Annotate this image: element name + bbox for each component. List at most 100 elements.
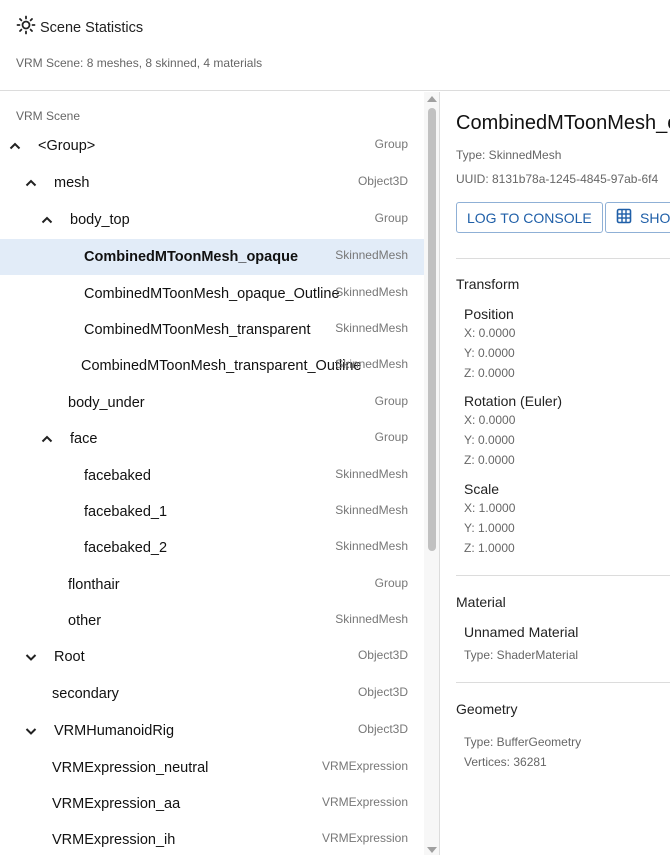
detail-type: Type: SkinnedMesh [456, 148, 562, 162]
tree-row-type: Group [374, 394, 408, 408]
tree-row-name: VRMExpression_aa [52, 796, 181, 812]
tree-row-name: secondary [52, 686, 119, 702]
chevron-up-icon[interactable] [6, 137, 24, 155]
tree-row-name: VRMExpression_neutral [52, 760, 209, 776]
tree-row[interactable]: VRMExpression_aa VRMExpression [0, 786, 424, 822]
chevron-up-icon[interactable] [22, 174, 40, 192]
tree-row[interactable]: CombinedMToonMesh_opaque SkinnedMesh [0, 239, 424, 275]
position-x: X: 0.0000 [464, 326, 516, 340]
tree-row-type: SkinnedMesh [335, 248, 408, 262]
tree-row[interactable]: facebaked SkinnedMesh [0, 458, 424, 494]
transform-title: Transform [456, 276, 520, 292]
tree-row-type: Object3D [357, 174, 408, 188]
tree-row-name: facebaked_1 [84, 504, 168, 520]
tree-row-name: Root [54, 649, 85, 665]
tree-row-type: Object3D [357, 648, 408, 662]
scale-x: X: 1.0000 [464, 501, 516, 515]
log-to-console-label: LOG TO CONSOLE [467, 209, 592, 226]
tree-row-name: CombinedMToonMesh_opaque [84, 249, 299, 265]
tree-row-name: flonthair [68, 577, 120, 593]
tree-row[interactable]: VRMExpression_neutral VRMExpression [0, 750, 424, 786]
position-y: Y: 0.0000 [464, 346, 515, 360]
scroll-down-arrow-icon[interactable] [427, 847, 437, 853]
rotation-label: Rotation (Euler) [464, 393, 563, 409]
tree-row[interactable]: face Group [0, 421, 424, 457]
tree-row-name: VRMExpression_ih [52, 832, 176, 848]
detail-uuid: UUID: 8131b78a-1245-4845-97ab-6f4 [456, 172, 659, 186]
tree-row-name: facebaked [84, 468, 151, 484]
tree-row-type: VRMExpression [321, 831, 408, 845]
tree-row-type: VRMExpression [321, 759, 408, 773]
tree-row[interactable]: secondary Object3D [0, 676, 424, 712]
grid-icon [616, 208, 640, 227]
tree-scrollbar[interactable] [424, 92, 439, 855]
tree-row-name: mesh [54, 175, 90, 191]
scrollbar-thumb[interactable] [428, 108, 436, 551]
scroll-up-arrow-icon[interactable] [427, 96, 437, 102]
show-button[interactable]: SHOW [605, 202, 670, 233]
tree-root-label: VRM Scene [16, 109, 81, 123]
position-label: Position [464, 306, 514, 322]
tree-row-type: SkinnedMesh [335, 539, 408, 553]
chevron-down-icon[interactable] [22, 722, 40, 740]
rotation-y: Y: 0.0000 [464, 433, 515, 447]
tree-row-type: Group [374, 430, 408, 444]
tree-row[interactable]: other SkinnedMesh [0, 603, 424, 639]
tree-row-type: VRMExpression [321, 795, 408, 809]
header-subtitle: VRM Scene: 8 meshes, 8 skinned, 4 materi… [16, 56, 263, 70]
header-title-row: Scene Statistics [16, 15, 143, 40]
header-title: Scene Statistics [40, 19, 144, 36]
tree-row-name: facebaked_2 [84, 540, 168, 556]
tree-row[interactable]: VRMExpression_ih VRMExpression [0, 822, 424, 855]
tree-row-type: Group [374, 137, 408, 151]
tree-row-type: SkinnedMesh [335, 285, 408, 299]
tree-row[interactable]: CombinedMToonMesh_opaque_Outline SkinnedM… [0, 276, 424, 312]
chevron-down-icon[interactable] [22, 648, 40, 666]
tree-row[interactable]: CombinedMToonMesh_transparent SkinnedMesh [0, 312, 424, 348]
tree-row-name: <Group> [38, 138, 96, 154]
geometry-type: Type: BufferGeometry [464, 735, 582, 749]
tree-row-name: body_top [70, 212, 130, 228]
tree-row[interactable]: mesh Object3D [0, 165, 424, 201]
tree-row-type: SkinnedMesh [335, 503, 408, 517]
tree-row-name: face [70, 431, 98, 447]
tree-row[interactable]: flonthair Group [0, 567, 424, 603]
tree-row-type: Object3D [357, 685, 408, 699]
scale-z: Z: 1.0000 [464, 541, 515, 555]
tree-row[interactable]: facebaked_1 SkinnedMesh [0, 494, 424, 530]
material-title: Material [456, 594, 506, 610]
tree-row-name: CombinedMToonMesh_opaque_Outline [84, 286, 340, 302]
material-type: Type: ShaderMaterial [464, 648, 579, 662]
tree-row[interactable]: <Group> Group [0, 128, 424, 164]
tree-row-type: SkinnedMesh [335, 357, 408, 371]
tree-row-name: other [68, 613, 102, 629]
tree-row-type: SkinnedMesh [335, 467, 408, 481]
detail-panel: CombinedMToonMesh_opaque Type: SkinnedMe… [440, 92, 670, 855]
tree-row-name: CombinedMToonMesh_transparent_Outline [81, 358, 362, 374]
chevron-up-icon[interactable] [38, 430, 56, 448]
scale-y: Y: 1.0000 [464, 521, 515, 535]
log-to-console-button[interactable]: LOG TO CONSOLE [456, 202, 603, 233]
chevron-up-icon[interactable] [38, 211, 56, 229]
rotation-x: X: 0.0000 [464, 413, 516, 427]
geometry-title: Geometry [456, 701, 518, 717]
tree-row-type: Group [374, 576, 408, 590]
scale-label: Scale [464, 481, 500, 497]
tree-row[interactable]: Root Object3D [0, 639, 424, 675]
tree-row[interactable]: CombinedMToonMesh_transparent_Outline Ski… [0, 348, 424, 384]
position-z: Z: 0.0000 [464, 366, 515, 380]
divider [456, 682, 670, 683]
tree-row[interactable]: body_top Group [0, 202, 424, 238]
tree-row[interactable]: VRMHumanoidRig Object3D [0, 713, 424, 749]
divider [456, 258, 670, 259]
tree-row-type: SkinnedMesh [335, 321, 408, 335]
sun-icon [16, 15, 36, 40]
tree-row-name: VRMHumanoidRig [54, 723, 175, 739]
tree-row[interactable]: facebaked_2 SkinnedMesh [0, 530, 424, 566]
scene-tree-panel: VRM Scene <Group> Group mesh Object3D body_t… [0, 92, 440, 855]
header: Scene Statistics VRM Scene: 8 meshes, 8 … [0, 0, 670, 91]
tree-row-type: Group [374, 211, 408, 225]
show-label: SHOW [640, 209, 670, 226]
divider [456, 575, 670, 576]
tree-row[interactable]: body_under Group [0, 385, 424, 421]
